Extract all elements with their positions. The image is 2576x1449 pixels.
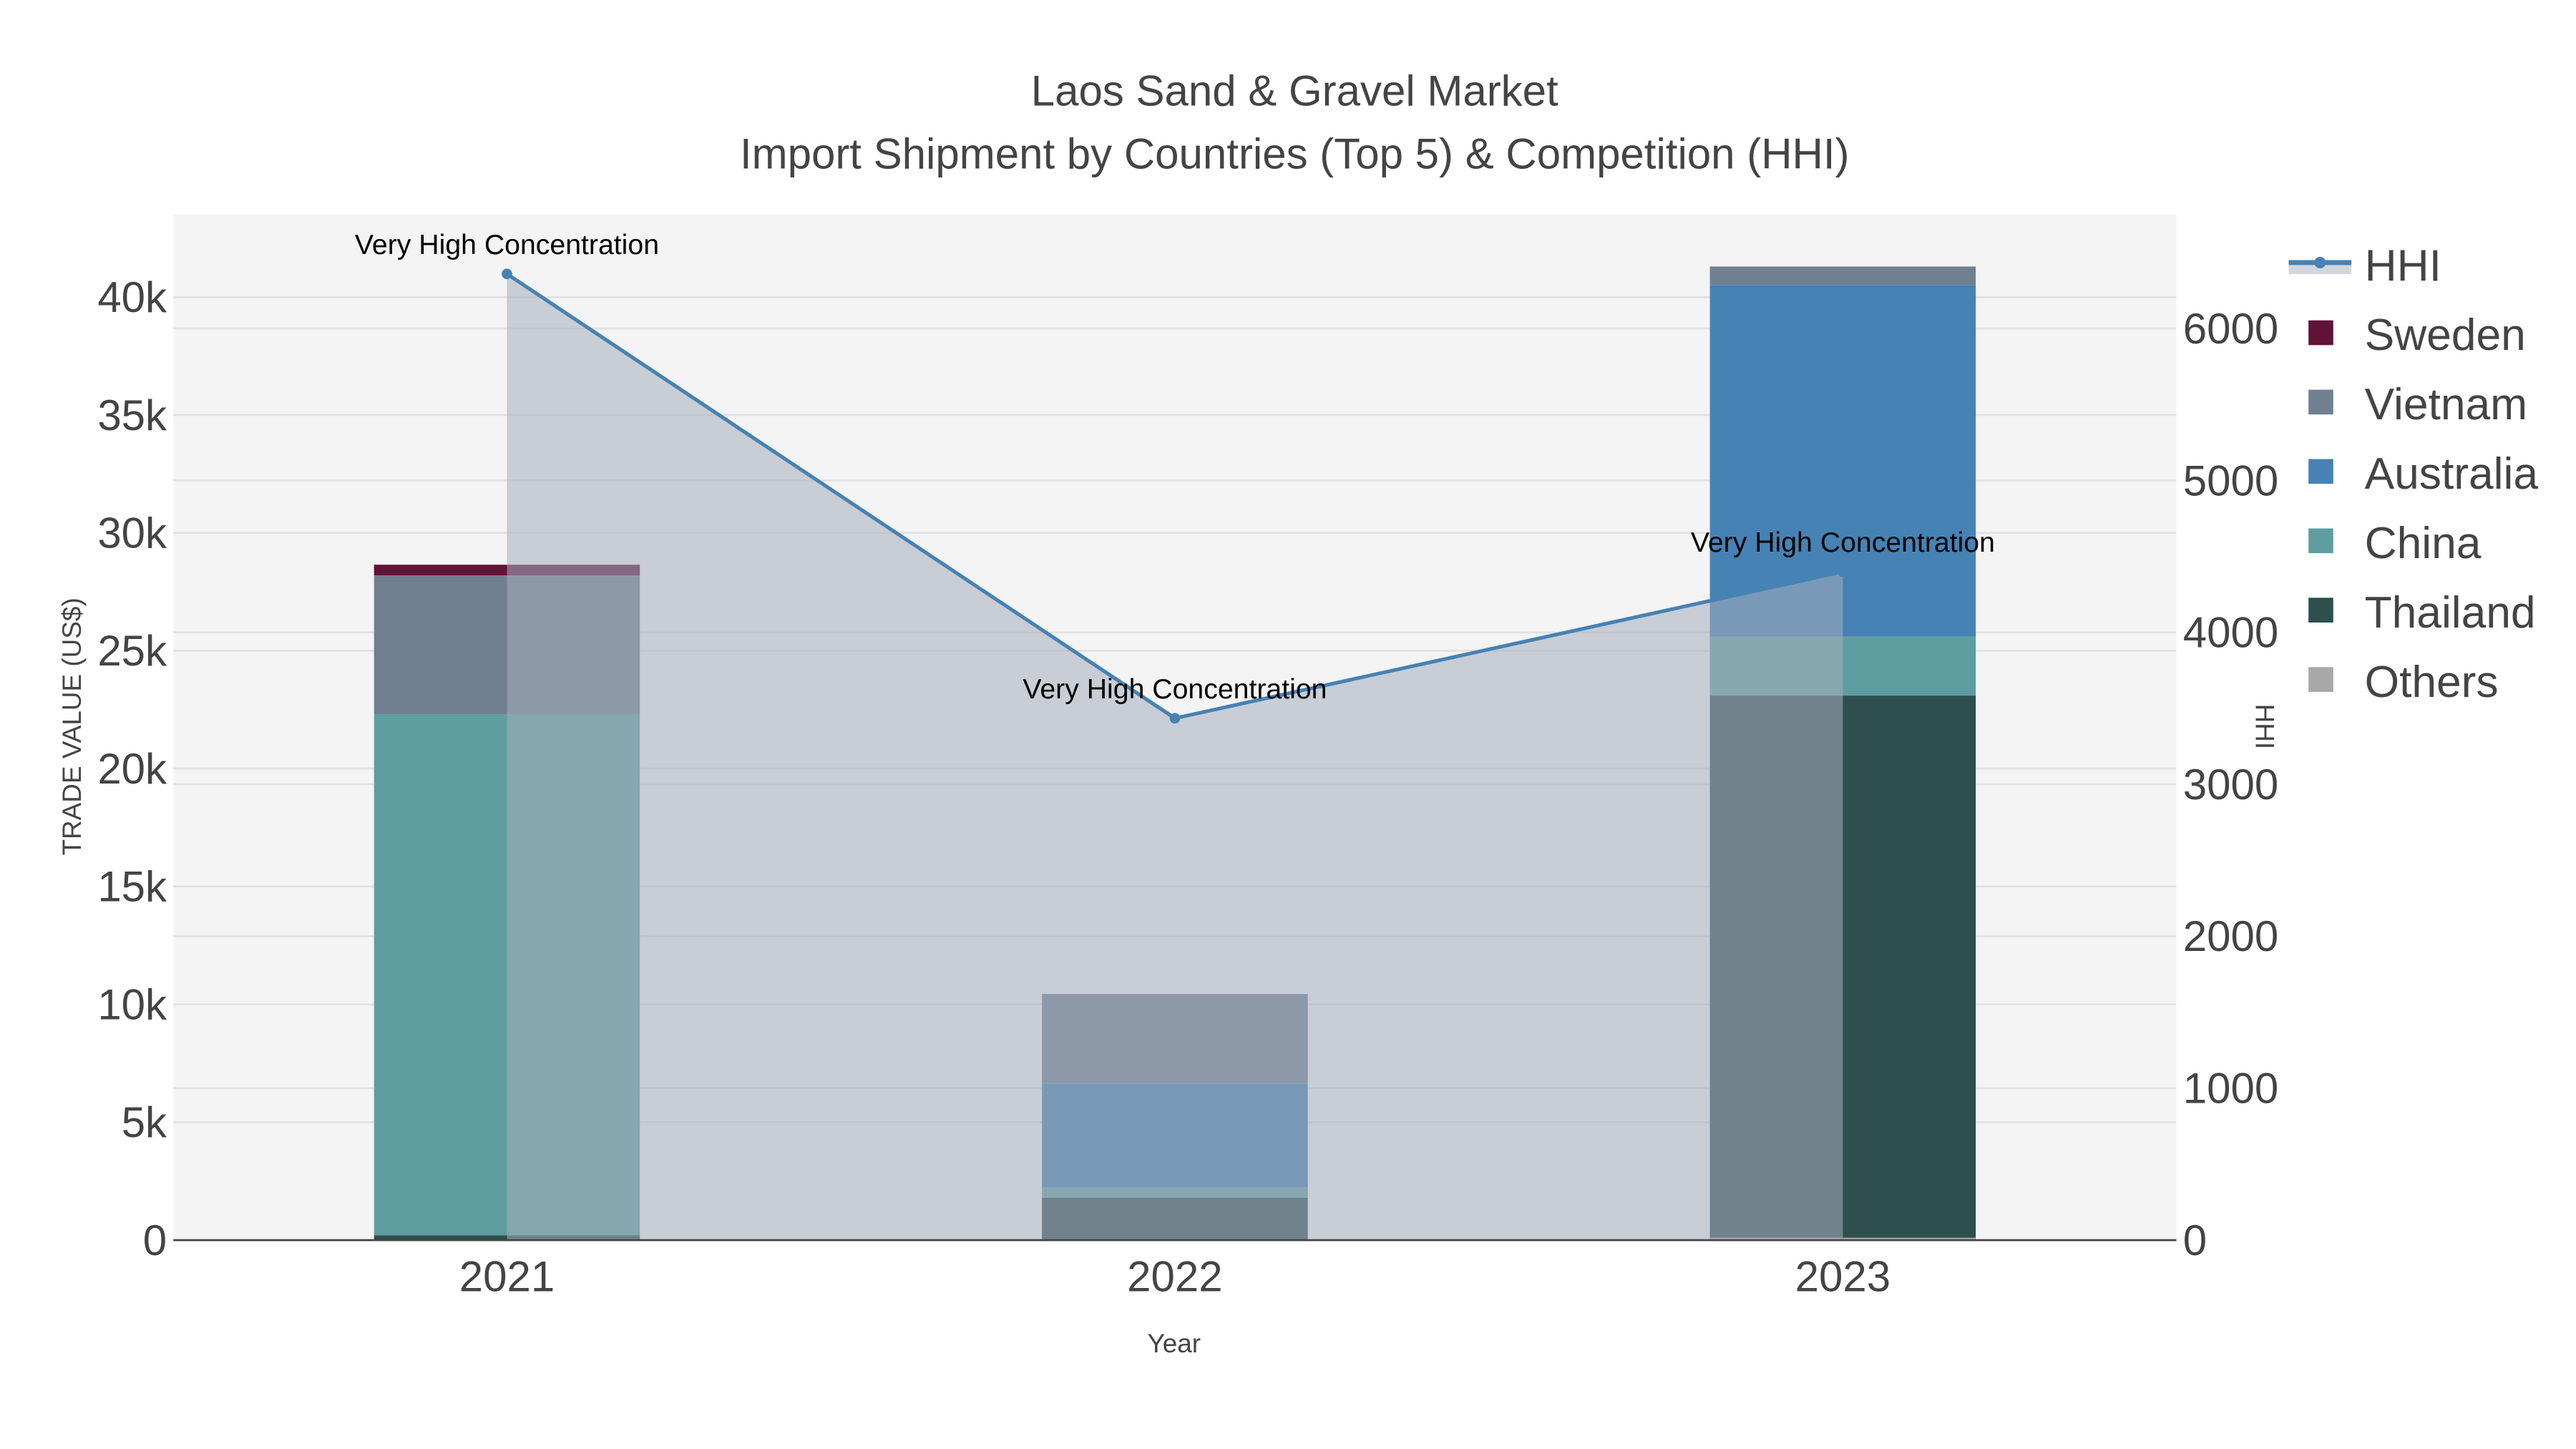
legend: HHI Sweden Vietnam Australia China Thailand Ot… — [2282, 223, 2576, 718]
bar-vietnam-2023 — [1709, 266, 1976, 286]
x-tick-label: 2022 — [1127, 1253, 1222, 1301]
y-axis-ticks: 0 5k 10k 15k 20k 25k 30k 35k 40k — [97, 273, 167, 1264]
legend-swatch-vietnam — [2308, 389, 2333, 415]
y2-tick-label: 3000 — [2183, 761, 2278, 809]
chart-subtitle: Import Shipment by Countries (Top 5) & C… — [740, 130, 1850, 177]
bar-australia-2023 — [1709, 285, 1976, 637]
x-tick-label: 2023 — [1795, 1253, 1890, 1301]
y2-tick-label: 2000 — [2183, 912, 2278, 960]
y-tick-label: 10k — [97, 980, 167, 1028]
y-tick-label: 40k — [97, 273, 167, 321]
y-tick-label: 0 — [143, 1216, 167, 1264]
legend-label-hhi: HHI — [2365, 241, 2441, 291]
hhi-annotation: Very High Concentration — [1691, 527, 1995, 558]
legend-hhi-marker — [2314, 256, 2326, 268]
hhi-annotation: Very High Concentration — [1023, 673, 1327, 705]
y-tick-label: 30k — [97, 509, 167, 557]
hhi-point-2023 — [1838, 566, 1848, 577]
y-tick-label: 25k — [97, 627, 167, 675]
y-tick-label: 5k — [122, 1098, 167, 1146]
hhi-point-2022 — [1169, 713, 1181, 724]
x-axis-ticks: 2021 2022 2023 — [459, 1253, 1890, 1301]
legend-label-china: China — [2365, 519, 2482, 568]
hhi-annotation: Very High Concentration — [355, 229, 659, 260]
y2-tick-label: 6000 — [2183, 305, 2278, 353]
legend-swatch-australia — [2308, 459, 2333, 484]
legend-swatch-others — [2308, 667, 2333, 692]
y-tick-label: 20k — [97, 745, 167, 793]
legend-swatch-sweden — [2308, 320, 2333, 346]
chart: Very High Concentration Very High Concent… — [57, 67, 2576, 1358]
x-axis-title: Year — [1147, 1329, 1201, 1358]
y-tick-label: 35k — [97, 391, 167, 439]
legend-swatch-china — [2308, 528, 2333, 554]
y2-tick-label: 5000 — [2183, 457, 2278, 504]
legend-label-sweden: Sweden — [2365, 311, 2526, 360]
y-axis-title: TRADE VALUE (US$) — [57, 597, 87, 855]
y2-tick-label: 0 — [2183, 1216, 2207, 1264]
y2-tick-label: 1000 — [2183, 1065, 2278, 1113]
legend-label-australia: Australia — [2365, 449, 2539, 499]
hhi-point-2021 — [502, 268, 512, 280]
legend-swatch-thailand — [2308, 597, 2333, 623]
y2-axis-ticks: 0 1000 2000 3000 4000 5000 6000 — [2183, 305, 2278, 1264]
legend-label-thailand: Thailand — [2365, 588, 2536, 638]
y2-tick-label: 4000 — [2183, 609, 2278, 657]
legend-label-others: Others — [2365, 658, 2499, 707]
legend-label-vietnam: Vietnam — [2365, 380, 2527, 429]
y2-axis-title: HHI — [2250, 704, 2279, 750]
chart-title: Laos Sand & Gravel Market — [1031, 67, 1558, 115]
y-tick-label: 15k — [97, 863, 167, 911]
x-tick-label: 2021 — [459, 1253, 555, 1301]
